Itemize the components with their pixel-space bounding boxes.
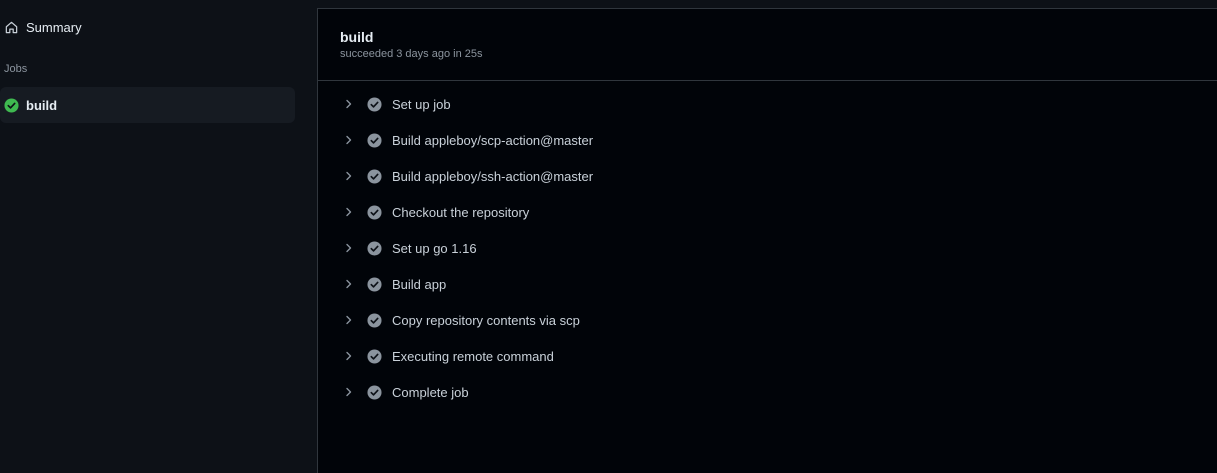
step-label: Copy repository contents via scp xyxy=(392,312,580,328)
step-row[interactable]: Complete job xyxy=(318,374,1217,410)
step-success-icon xyxy=(367,168,382,184)
jobs-heading: Jobs xyxy=(4,63,28,75)
step-success-icon xyxy=(367,312,382,328)
step-label: Complete job xyxy=(392,384,469,400)
sidebar-job-label: build xyxy=(26,97,58,113)
step-row[interactable]: Set up job xyxy=(318,86,1217,122)
chevron-right-icon[interactable] xyxy=(341,240,357,256)
sidebar: Summary Jobs build xyxy=(0,0,318,473)
step-row[interactable]: Executing remote command xyxy=(318,338,1217,374)
step-row[interactable]: Set up go 1.16 xyxy=(318,230,1217,266)
step-row[interactable]: Build app xyxy=(318,266,1217,302)
step-label: Build appleboy/ssh-action@master xyxy=(392,168,594,184)
step-success-icon xyxy=(367,204,382,220)
step-row[interactable]: Copy repository contents via scp xyxy=(318,302,1217,338)
chevron-right-icon[interactable] xyxy=(341,312,357,328)
step-success-icon xyxy=(367,384,382,400)
step-label: Executing remote command xyxy=(392,348,554,364)
step-success-icon xyxy=(367,96,382,112)
step-label: Build appleboy/scp-action@master xyxy=(392,132,594,148)
job-panel: build succeeded 3 days ago in 25s Set up… xyxy=(317,8,1217,473)
chevron-right-icon[interactable] xyxy=(341,276,357,292)
step-label: Build app xyxy=(392,276,447,292)
step-label: Checkout the repository xyxy=(392,204,530,220)
sidebar-job-build[interactable]: build xyxy=(0,87,295,123)
step-success-icon xyxy=(367,276,382,292)
chevron-right-icon[interactable] xyxy=(341,132,357,148)
step-success-icon xyxy=(367,348,382,364)
step-success-icon xyxy=(367,132,382,148)
job-status-meta: succeeded 3 days ago in 25s xyxy=(340,48,483,60)
step-row[interactable]: Build appleboy/ssh-action@master xyxy=(318,158,1217,194)
step-label: Set up job xyxy=(392,96,451,112)
home-icon xyxy=(4,20,19,35)
job-header: build succeeded 3 days ago in 25s xyxy=(318,9,1217,81)
chevron-right-icon[interactable] xyxy=(341,96,357,112)
steps-list: Set up job Build appleboy/scp-action@mas… xyxy=(318,81,1217,410)
step-success-icon xyxy=(367,240,382,256)
chevron-right-icon[interactable] xyxy=(341,168,357,184)
step-row[interactable]: Checkout the repository xyxy=(318,194,1217,230)
chevron-right-icon[interactable] xyxy=(341,384,357,400)
step-label: Set up go 1.16 xyxy=(392,240,477,256)
success-check-icon xyxy=(4,97,19,113)
summary-link[interactable]: Summary xyxy=(4,16,82,38)
job-title: build xyxy=(340,29,374,45)
summary-label: Summary xyxy=(26,19,82,35)
chevron-right-icon[interactable] xyxy=(341,348,357,364)
step-row[interactable]: Build appleboy/scp-action@master xyxy=(318,122,1217,158)
chevron-right-icon[interactable] xyxy=(341,204,357,220)
